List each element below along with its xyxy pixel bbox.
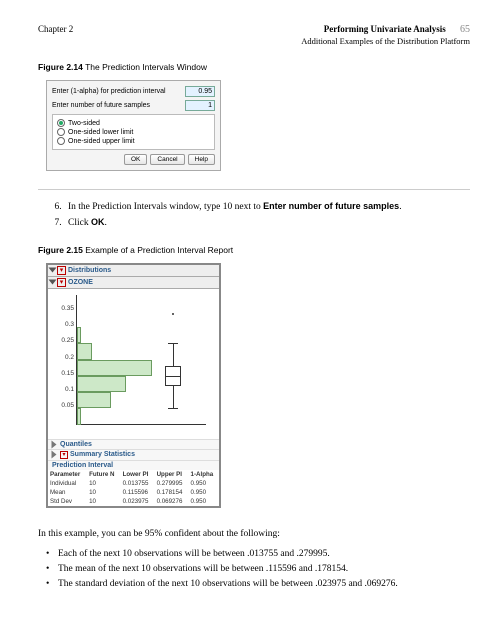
distribution-chart: 0.05 0.1 0.15 0.2 0.25 0.3 0.35	[48, 289, 219, 439]
table-header: Parameter	[48, 470, 87, 479]
histogram-bar	[77, 327, 81, 343]
disclosure-triangle-icon[interactable]	[49, 268, 57, 273]
divider	[38, 189, 470, 190]
summary-stats-title: Summary Statistics	[70, 451, 135, 458]
figure-2-15-text: Example of a Prediction Interval Report	[85, 245, 233, 255]
quantiles-header[interactable]: Quantiles	[48, 439, 219, 449]
figure-2-14-caption: Figure 2.14 The Prediction Intervals Win…	[38, 62, 470, 72]
boxplot-whisker	[173, 386, 174, 409]
boxplot-whisker	[173, 343, 174, 366]
page-number: 65	[460, 24, 470, 35]
radio-two-sided-label: Two-sided	[68, 120, 100, 127]
prediction-interval-header[interactable]: Prediction Interval	[48, 460, 219, 470]
table-header: Future N	[87, 470, 121, 479]
histogram-bar	[77, 360, 152, 376]
prediction-intervals-dialog: Enter (1-alpha) for prediction interval …	[46, 80, 221, 171]
summary-stats-header[interactable]: ▾ Summary Statistics	[48, 449, 219, 460]
cancel-button[interactable]: Cancel	[150, 154, 184, 165]
y-tick-label: 0.15	[52, 370, 74, 377]
table-row: Std Dev100.0239750.0692760.950	[48, 497, 219, 506]
radio-upper-label: One-sided upper limit	[68, 138, 135, 145]
boxplot-cap	[168, 408, 178, 409]
boxplot-median	[165, 376, 181, 377]
menu-icon[interactable]: ▾	[57, 278, 66, 287]
confidence-intro: In this example, you can be 95% confiden…	[38, 528, 470, 541]
histogram-bar	[77, 343, 92, 359]
y-tick-label: 0.35	[52, 305, 74, 312]
menu-icon[interactable]: ▾	[60, 451, 68, 459]
instruction-step-6: In the Prediction Intervals window, type…	[64, 200, 470, 214]
chapter-title: Performing Univariate Analysis	[324, 24, 446, 34]
help-button[interactable]: Help	[188, 154, 215, 165]
bullet-stddev: The standard deviation of the next 10 ob…	[46, 577, 470, 592]
bullet-mean: The mean of the next 10 observations wil…	[46, 562, 470, 577]
future-n-label: Enter number of future samples	[52, 102, 150, 109]
ozone-header[interactable]: ▾ OZONE	[48, 277, 219, 289]
radio-lower[interactable]	[57, 128, 65, 136]
radio-lower-label: One-sided lower limit	[68, 129, 133, 136]
quantiles-title: Quantiles	[60, 441, 92, 448]
disclosure-triangle-icon[interactable]	[52, 440, 57, 448]
header-right: Performing Univariate Analysis 65 Additi…	[301, 24, 470, 46]
future-n-input[interactable]	[185, 100, 215, 111]
disclosure-triangle-icon[interactable]	[49, 280, 57, 285]
figure-2-14-text: The Prediction Intervals Window	[85, 62, 207, 72]
distributions-title: Distributions	[68, 267, 111, 274]
table-header: 1-Alpha	[189, 470, 219, 479]
instruction-list: In the Prediction Intervals window, type…	[46, 200, 470, 231]
header-subtitle: Additional Examples of the Distribution …	[301, 36, 470, 46]
plot-area	[76, 295, 206, 425]
ok-button[interactable]: OK	[124, 154, 147, 165]
distribution-report: ▾ Distributions ▾ OZONE 0.050.10.150.20.…	[46, 263, 221, 508]
prediction-interval-table: ParameterFuture NLower PIUpper PI1-Alpha…	[48, 470, 219, 506]
radio-upper[interactable]	[57, 137, 65, 145]
y-tick-label: 0.3	[52, 321, 74, 328]
y-tick-label: 0.25	[52, 337, 74, 344]
chapter-label: Chapter 2	[38, 24, 73, 46]
interval-type-radio-group: Two-sided One-sided lower limit One-side…	[52, 114, 215, 150]
instruction-step-7: Click OK.	[64, 216, 470, 230]
radio-two-sided[interactable]	[57, 119, 65, 127]
prediction-interval-title: Prediction Interval	[52, 462, 113, 469]
figure-2-15-caption: Figure 2.15 Example of a Prediction Inte…	[38, 245, 470, 255]
boxplot-cap	[168, 343, 178, 344]
disclosure-triangle-icon[interactable]	[52, 451, 57, 459]
distributions-header[interactable]: ▾ Distributions	[48, 265, 219, 277]
figure-2-14-prefix: Figure 2.14	[38, 62, 83, 72]
bullet-individual: Each of the next 10 observations will be…	[46, 547, 470, 562]
table-row: Individual100.0137550.2799950.950	[48, 479, 219, 488]
figure-2-15-prefix: Figure 2.15	[38, 245, 83, 255]
alpha-input[interactable]	[185, 86, 215, 97]
confidence-bullets: Each of the next 10 observations will be…	[46, 547, 470, 593]
page-header: Chapter 2 Performing Univariate Analysis…	[38, 24, 470, 46]
boxplot-outlier	[172, 313, 174, 315]
histogram-bar	[77, 392, 111, 408]
y-axis: 0.05 0.1 0.15 0.2 0.25 0.3 0.35	[52, 293, 74, 419]
menu-icon[interactable]: ▾	[57, 266, 66, 275]
histogram-bar	[77, 376, 126, 392]
alpha-label: Enter (1-alpha) for prediction interval	[52, 88, 166, 95]
table-header: Lower PI	[121, 470, 155, 479]
table-header-row: ParameterFuture NLower PIUpper PI1-Alpha	[48, 470, 219, 479]
table-header: Upper PI	[155, 470, 189, 479]
table-row: Mean100.1155960.1781540.950	[48, 488, 219, 497]
y-tick-label: 0.1	[52, 386, 74, 393]
y-tick-label: 0.05	[52, 402, 74, 409]
ozone-title: OZONE	[68, 279, 93, 286]
y-tick-label: 0.2	[52, 354, 74, 361]
histogram-bar	[77, 408, 81, 424]
